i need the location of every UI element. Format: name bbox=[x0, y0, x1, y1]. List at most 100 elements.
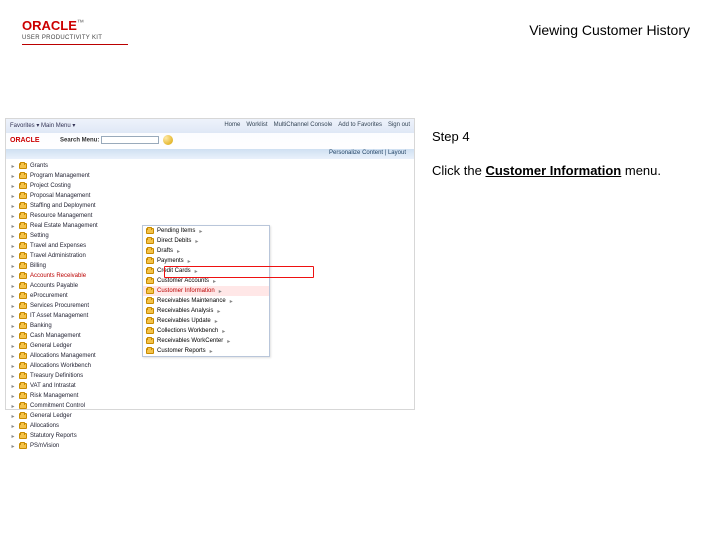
tree-item[interactable]: ▸Billing bbox=[10, 261, 140, 271]
tree-item[interactable]: ▸Risk Management bbox=[10, 391, 140, 401]
folder-icon bbox=[146, 278, 154, 284]
caret-icon: ▸ bbox=[214, 318, 219, 325]
flyout-item[interactable]: Credit Cards▸ bbox=[143, 266, 269, 276]
caret-icon: ▸ bbox=[10, 293, 16, 300]
tree-item-label: eProcurement bbox=[30, 293, 68, 299]
tree-item[interactable]: ▸Commitment Control bbox=[10, 401, 140, 411]
tree-item[interactable]: ▸Banking bbox=[10, 321, 140, 331]
flyout-item[interactable]: Drafts▸ bbox=[143, 246, 269, 256]
nav-home[interactable]: Home bbox=[224, 122, 240, 128]
tree-item[interactable]: ▸Treasury Definitions bbox=[10, 371, 140, 381]
tree-item[interactable]: ▸Accounts Payable bbox=[10, 281, 140, 291]
tree-item[interactable]: ▸General Ledger bbox=[10, 411, 140, 421]
tree-item[interactable]: ▸Setting bbox=[10, 231, 140, 241]
tree-item-label: Project Costing bbox=[30, 183, 71, 189]
tree-item-label: Allocations bbox=[30, 423, 59, 429]
flyout-item[interactable]: Receivables Analysis▸ bbox=[143, 306, 269, 316]
nav-signout[interactable]: Sign out bbox=[388, 122, 410, 128]
flyout-item[interactable]: Customer Accounts▸ bbox=[143, 276, 269, 286]
personalize-link[interactable]: Personalize Content | Layout bbox=[329, 150, 406, 156]
folder-icon bbox=[19, 363, 27, 369]
tree-item[interactable]: ▸VAT and Intrastat bbox=[10, 381, 140, 391]
caret-icon: ▸ bbox=[226, 338, 231, 345]
tree-item[interactable]: ▸Resource Management bbox=[10, 211, 140, 221]
tree-item[interactable]: ▸Accounts Receivable bbox=[10, 271, 140, 281]
folder-icon bbox=[146, 348, 154, 354]
search-input[interactable] bbox=[101, 136, 159, 144]
folder-icon bbox=[19, 333, 27, 339]
tree-item[interactable]: ▸ eProcurement bbox=[10, 291, 140, 301]
folder-icon bbox=[19, 293, 27, 299]
caret-icon: ▸ bbox=[10, 353, 16, 360]
flyout-item-label: Customer Reports bbox=[157, 348, 206, 354]
nav-favorites[interactable]: Add to Favorites bbox=[338, 122, 382, 128]
flyout-item[interactable]: Customer Reports▸ bbox=[143, 346, 269, 356]
flyout-item-label: Customer Information bbox=[157, 288, 215, 294]
caret-icon: ▸ bbox=[10, 233, 16, 240]
flyout-item[interactable]: Payments▸ bbox=[143, 256, 269, 266]
tree-item[interactable]: ▸Project Costing bbox=[10, 181, 140, 191]
top-strip: Favorites ▾ Main Menu ▾ Home Worklist Mu… bbox=[6, 119, 414, 133]
caret-icon: ▸ bbox=[10, 253, 16, 260]
folder-icon bbox=[19, 343, 27, 349]
flyout-item-customer-information[interactable]: Customer Information▸ bbox=[143, 286, 269, 296]
caret-icon: ▸ bbox=[10, 283, 16, 290]
tree-item[interactable]: ▸PS/nVision bbox=[10, 441, 140, 451]
flyout-item-label: Receivables Analysis bbox=[157, 308, 213, 314]
flyout-item[interactable]: Receivables Update▸ bbox=[143, 316, 269, 326]
tree-item[interactable]: ▸Staffing and Deployment bbox=[10, 201, 140, 211]
flyout-item-label: Direct Debits bbox=[157, 238, 191, 244]
tree-item[interactable]: ▸General Ledger bbox=[10, 341, 140, 351]
oracle-logo: ORACLE™ bbox=[22, 18, 102, 33]
breadcrumb-menus[interactable]: Favorites ▾ Main Menu ▾ bbox=[10, 122, 75, 129]
folder-icon bbox=[19, 273, 27, 279]
search-go-icon[interactable] bbox=[163, 135, 173, 145]
flyout-item[interactable]: Collections Workbench▸ bbox=[143, 326, 269, 336]
flyout-item[interactable]: Pending Items▸ bbox=[143, 226, 269, 236]
tree-item[interactable]: ▸Travel and Expenses bbox=[10, 241, 140, 251]
flyout-item[interactable]: Direct Debits▸ bbox=[143, 236, 269, 246]
tree-item[interactable]: ▸Cash Management bbox=[10, 331, 140, 341]
tree-item[interactable]: ▸Proposal Management bbox=[10, 191, 140, 201]
folder-icon bbox=[19, 383, 27, 389]
nav-worklist[interactable]: Worklist bbox=[246, 122, 267, 128]
folder-icon bbox=[19, 193, 27, 199]
flyout-item[interactable]: Receivables WorkCenter▸ bbox=[143, 336, 269, 346]
caret-icon: ▸ bbox=[10, 443, 16, 450]
folder-icon bbox=[19, 313, 27, 319]
flyout-item-label: Receivables Maintenance bbox=[157, 298, 226, 304]
folder-icon bbox=[146, 258, 154, 264]
tree-item-label: Travel and Expenses bbox=[30, 243, 86, 249]
caret-icon: ▸ bbox=[212, 278, 217, 285]
flyout-item[interactable]: Receivables Maintenance▸ bbox=[143, 296, 269, 306]
tree-item[interactable]: ▸Allocations Management bbox=[10, 351, 140, 361]
nav-mcc[interactable]: MultiChannel Console bbox=[274, 122, 333, 128]
tree-item[interactable]: ▸Program Management bbox=[10, 171, 140, 181]
instruction-target: Customer Information bbox=[485, 163, 621, 178]
flyout-item-label: Credit Cards bbox=[157, 268, 191, 274]
menu-search: Search Menu: bbox=[60, 135, 408, 147]
flyout-item-label: Receivables WorkCenter bbox=[157, 338, 223, 344]
folder-icon bbox=[146, 308, 154, 314]
oracle-logo-suffix: ™ bbox=[77, 20, 84, 27]
caret-icon: ▸ bbox=[10, 323, 16, 330]
tree-item[interactable]: ▸Allocations bbox=[10, 421, 140, 431]
caret-icon: ▸ bbox=[216, 308, 221, 315]
folder-icon bbox=[19, 203, 27, 209]
caret-icon: ▸ bbox=[10, 223, 16, 230]
tree-item[interactable]: ▸Statutory Reports bbox=[10, 431, 140, 441]
tree-item[interactable]: ▸Services Procurement bbox=[10, 301, 140, 311]
tree-item[interactable]: ▸IT Asset Management bbox=[10, 311, 140, 321]
instruction-pane: Step 4 Click the Customer Information me… bbox=[432, 128, 700, 179]
caret-icon: ▸ bbox=[10, 303, 16, 310]
caret-icon: ▸ bbox=[10, 383, 16, 390]
folder-icon bbox=[19, 353, 27, 359]
caret-icon: ▸ bbox=[10, 333, 16, 340]
folder-icon bbox=[19, 173, 27, 179]
tree-item[interactable]: ▸Travel Administration bbox=[10, 251, 140, 261]
tree-item[interactable]: ▸Real Estate Management bbox=[10, 221, 140, 231]
tree-item-label: Proposal Management bbox=[30, 193, 90, 199]
tree-item[interactable]: ▸Allocations Workbench bbox=[10, 361, 140, 371]
folder-icon bbox=[19, 263, 27, 269]
tree-item[interactable]: ▸Grants bbox=[10, 161, 140, 171]
